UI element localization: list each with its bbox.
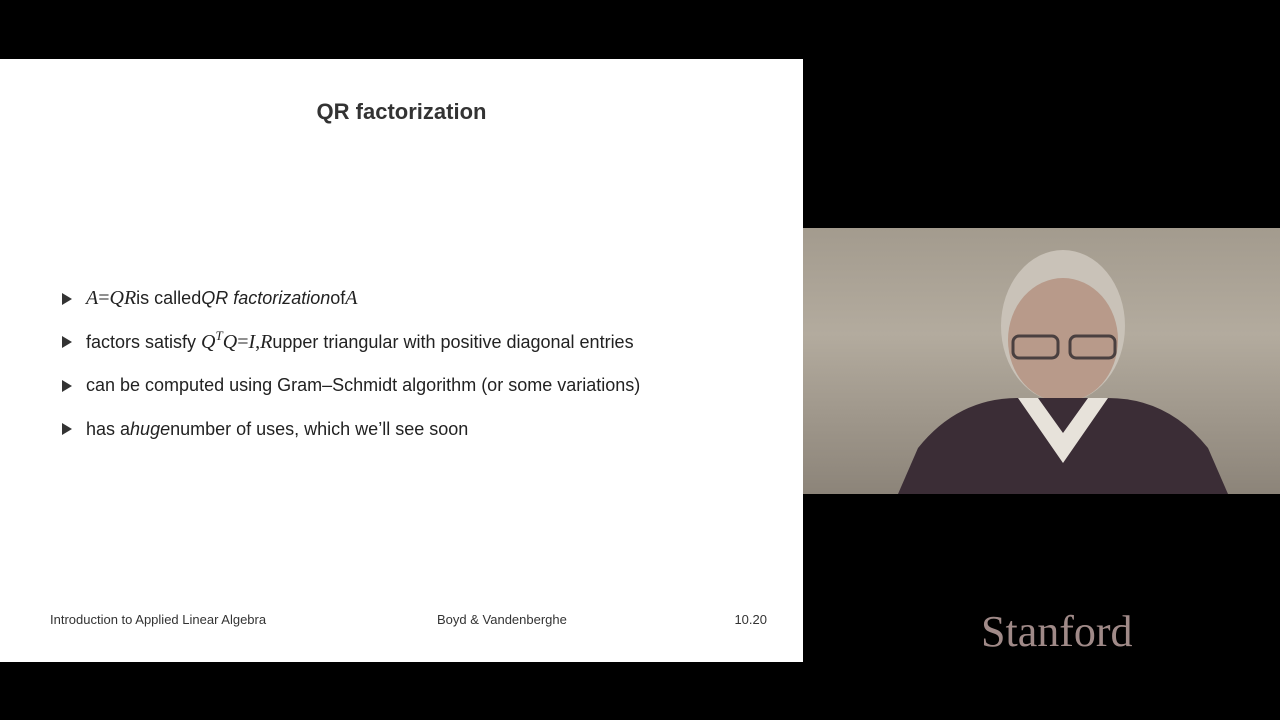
bullet-emphasis: huge — [130, 418, 171, 439]
slide: QR factorization A = QR is called QR fac… — [0, 59, 803, 662]
bullet-emphasis: QR factorization — [201, 288, 331, 309]
math-I: I — [248, 330, 256, 353]
math-Q: Q — [222, 330, 238, 353]
math-equals: = — [98, 287, 110, 310]
stanford-logo: Stanford — [981, 607, 1133, 656]
bullet-text: factors satisfy — [86, 331, 197, 352]
bullet-item: can be computed using Gram–Schmidt algor… — [60, 364, 780, 408]
slide-title: QR factorization — [316, 99, 487, 124]
footer-course-title: Introduction to Applied Linear Algebra — [50, 612, 267, 627]
bullet-triangle-icon — [62, 379, 72, 392]
math-A: A — [86, 287, 99, 310]
bullet-item: factors satisfy QTQ = I, R upper triangu… — [60, 321, 780, 365]
math-equals: = — [237, 330, 249, 353]
bullet-triangle-icon — [62, 336, 72, 349]
math-R: R — [260, 330, 273, 353]
bullet-text: has a — [86, 418, 131, 439]
bullet-triangle-icon — [62, 423, 72, 436]
math-transpose: T — [215, 328, 223, 344]
footer-page-number: 10.20 — [734, 612, 767, 627]
presenter-webcam — [803, 228, 1280, 494]
bullet-triangle-icon — [62, 292, 72, 305]
presenter-silhouette-icon — [898, 250, 1228, 494]
math-A: A — [345, 287, 358, 310]
math-QR: QR — [109, 287, 137, 310]
bullet-text: can be computed using Gram–Schmidt algor… — [86, 375, 641, 396]
bullet-item: has a huge number of uses, which we’ll s… — [60, 408, 780, 452]
bullet-text: is called — [136, 288, 202, 309]
slide-footer: Introduction to Applied Linear Algebra B… — [50, 612, 767, 632]
bullet-text: number of uses, which we’ll see soon — [170, 418, 469, 439]
math-Q: Q — [201, 330, 216, 353]
footer-authors: Boyd & Vandenberghe — [437, 612, 567, 627]
bullet-item: A = QR is called QR factorization of A — [60, 277, 780, 321]
bullet-list: A = QR is called QR factorization of A f… — [60, 277, 780, 451]
bullet-text: upper triangular with positive diagonal … — [272, 331, 634, 352]
bullet-text: of — [330, 288, 346, 309]
